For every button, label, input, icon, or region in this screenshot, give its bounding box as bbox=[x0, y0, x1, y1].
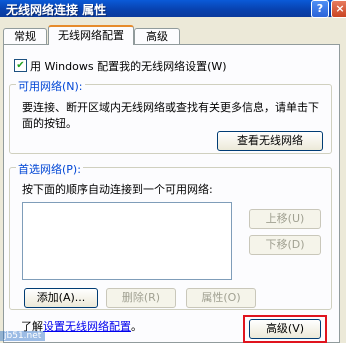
use-windows-config-label[interactable]: 用 Windows 配置我的无线网络设置(W) bbox=[30, 58, 227, 74]
preferred-networks-list[interactable] bbox=[22, 202, 232, 280]
properties-button[interactable]: 属性(O) bbox=[186, 288, 256, 308]
add-button[interactable]: 添加(A)... bbox=[24, 288, 98, 308]
move-down-button[interactable]: 下移(D) bbox=[249, 235, 321, 255]
preferred-networks-description: 按下面的顺序自动连接到一个可用网络: bbox=[22, 183, 213, 196]
available-networks-title: 可用网络(N): bbox=[16, 78, 85, 94]
remove-button[interactable]: 删除(R) bbox=[106, 288, 176, 308]
help-button[interactable]: ? bbox=[311, 0, 329, 18]
tab-general[interactable]: 常规 bbox=[3, 28, 47, 44]
move-up-button[interactable]: 上移(U) bbox=[249, 209, 321, 229]
watermark: jb51.net bbox=[0, 331, 46, 341]
tab-advanced[interactable]: 高级 bbox=[134, 28, 180, 44]
use-windows-config-checkbox[interactable]: ✔ bbox=[14, 59, 27, 72]
footer-suffix: 。 bbox=[131, 320, 142, 333]
view-wireless-networks-button[interactable]: 查看无线网络 bbox=[217, 131, 323, 151]
close-button[interactable]: × bbox=[331, 0, 346, 18]
window-title: 无线网络连接 属性 bbox=[6, 3, 107, 17]
available-networks-description: 要连接、断开区域内无线网络或查找有关更多信息，请单击下面的按钮。 bbox=[22, 101, 319, 130]
advanced-button-highlight bbox=[243, 315, 327, 343]
preferred-networks-title: 首选网络(P): bbox=[16, 161, 83, 177]
tab-wireless-config[interactable]: 无线网络配置 bbox=[48, 25, 134, 45]
learn-wireless-config-link[interactable]: 设置无线网络配置 bbox=[43, 320, 131, 333]
title-bar: 无线网络连接 属性 ? × bbox=[0, 0, 346, 18]
